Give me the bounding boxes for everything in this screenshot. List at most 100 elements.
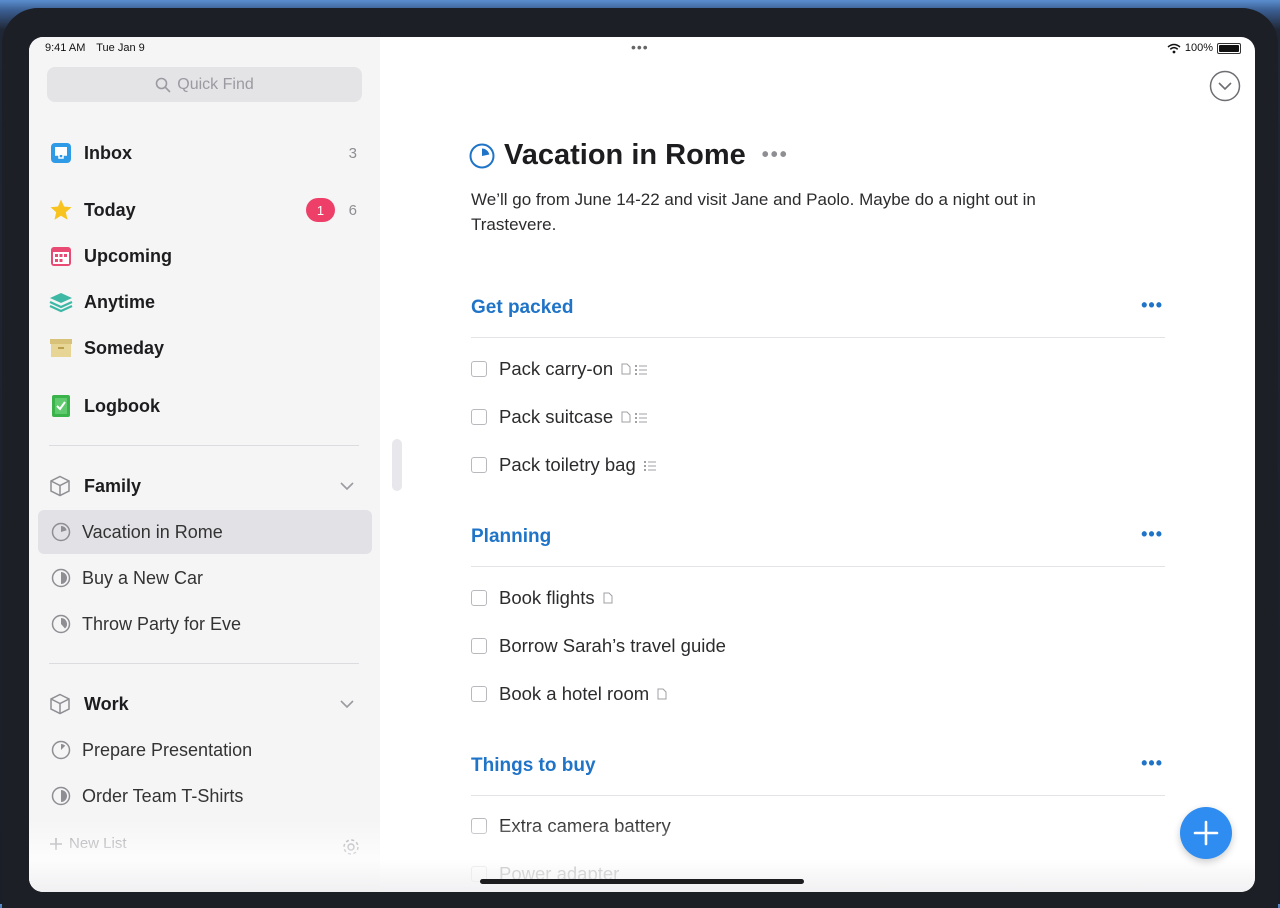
sidebar-item-someday[interactable]: Someday — [47, 330, 363, 366]
page-title[interactable]: Vacation in Rome — [504, 139, 746, 172]
todo-checkbox[interactable] — [471, 457, 487, 473]
project-label: Vacation in Rome — [82, 521, 223, 542]
sidebar-item-today[interactable]: Today 1 6 — [47, 192, 363, 228]
sidebar-item-upcoming[interactable]: Upcoming — [47, 238, 363, 274]
project-label: Prepare Presentation — [82, 739, 253, 760]
sidebar-divider — [49, 445, 359, 446]
settings-gear-icon[interactable] — [341, 837, 361, 857]
note-icon — [603, 592, 613, 604]
project-progress-icon — [51, 522, 71, 542]
new-list-button[interactable]: New List — [49, 835, 127, 852]
sidebar-project-vacation-in-rome[interactable]: Vacation in Rome — [38, 510, 372, 554]
archive-box-icon — [49, 336, 73, 360]
collapse-chevron-button[interactable] — [1209, 70, 1241, 102]
status-bar-right: 100% — [1167, 42, 1241, 54]
chevron-down-icon[interactable] — [339, 478, 355, 494]
battery-percent: 100% — [1184, 42, 1213, 54]
note-icon — [621, 411, 631, 423]
checklist-icon — [635, 412, 648, 423]
battery-icon — [1217, 42, 1241, 54]
project-notes[interactable]: We’ll go from June 14-22 and visit Jane … — [471, 187, 1111, 237]
todo-title: Pack toiletry bag — [499, 454, 636, 475]
todo-title: Pack carry-on — [499, 358, 614, 379]
sidebar-item-label: Someday — [84, 337, 165, 358]
plus-icon — [1193, 820, 1219, 846]
todo-item[interactable]: Pack suitcase — [471, 403, 648, 431]
today-due-badge: 1 — [306, 198, 335, 222]
sidebar-item-inbox[interactable]: Inbox 3 — [47, 135, 363, 171]
project-progress-icon — [51, 786, 71, 806]
project-progress-icon — [51, 568, 71, 588]
heading-get-packed[interactable]: Get packed ••• — [471, 293, 1165, 338]
calendar-icon — [49, 244, 73, 268]
sidebar-project-prepare-presentation[interactable]: Prepare Presentation — [38, 728, 372, 772]
new-list-label: New List — [69, 835, 127, 852]
todo-item[interactable]: Borrow Sarah’s travel guide — [471, 632, 726, 660]
layers-icon — [49, 290, 73, 314]
todo-checkbox[interactable] — [471, 590, 487, 606]
checklist-icon — [643, 460, 656, 471]
sidebar: 9:41 AM Tue Jan 9 Quick Find Inbox 3 Tod… — [29, 37, 380, 892]
add-todo-button[interactable] — [1180, 807, 1232, 859]
plus-icon — [50, 837, 62, 850]
search-placeholder: Quick Find — [177, 75, 254, 93]
area-family[interactable]: Family — [47, 468, 363, 504]
todo-title: Extra camera battery — [499, 815, 671, 836]
heading-title: Get packed — [471, 297, 574, 318]
todo-checkbox[interactable] — [471, 638, 487, 654]
heading-more-icon[interactable]: ••• — [1141, 524, 1163, 545]
heading-planning[interactable]: Planning ••• — [471, 522, 1165, 567]
todo-title: Book flights — [499, 587, 595, 608]
inbox-icon — [49, 141, 73, 165]
todo-checkbox[interactable] — [471, 361, 487, 377]
sidebar-project-throw-party-for-eve[interactable]: Throw Party for Eve — [38, 602, 372, 646]
star-icon — [49, 198, 73, 222]
todo-item[interactable]: Book flights — [471, 584, 613, 612]
sidebar-item-logbook[interactable]: Logbook — [47, 388, 363, 424]
area-label: Work — [84, 693, 129, 714]
todo-item[interactable]: Pack toiletry bag — [471, 451, 656, 479]
status-bar-left: 9:41 AM Tue Jan 9 — [45, 42, 153, 54]
sidebar-item-label: Upcoming — [84, 245, 172, 266]
app-screen: 9:41 AM Tue Jan 9 Quick Find Inbox 3 Tod… — [29, 37, 1255, 892]
sidebar-resize-handle[interactable] — [392, 439, 402, 491]
home-indicator[interactable] — [480, 879, 804, 884]
status-time: 9:41 AM — [45, 42, 86, 54]
todo-title: Borrow Sarah’s travel guide — [499, 635, 726, 656]
area-cube-icon — [49, 693, 73, 715]
note-icon — [657, 688, 667, 700]
sidebar-divider — [49, 663, 359, 664]
area-work[interactable]: Work — [47, 686, 363, 722]
heading-more-icon[interactable]: ••• — [1141, 295, 1163, 316]
heading-more-icon[interactable]: ••• — [1141, 753, 1163, 774]
checklist-icon — [635, 364, 648, 375]
area-cube-icon — [49, 475, 73, 497]
today-count: 6 — [348, 201, 357, 219]
project-more-options-icon[interactable]: ••• — [762, 144, 789, 167]
todo-item[interactable]: Pack carry-on — [471, 355, 648, 383]
quick-find-search[interactable]: Quick Find — [47, 67, 362, 102]
note-icon — [621, 363, 631, 375]
sidebar-item-label: Inbox — [84, 142, 132, 163]
project-progress-icon — [469, 143, 495, 168]
sidebar-item-label: Anytime — [84, 291, 156, 312]
project-title-row: Vacation in Rome ••• — [469, 139, 789, 172]
inbox-count: 3 — [348, 144, 357, 162]
chevron-down-icon[interactable] — [339, 696, 355, 712]
todo-item[interactable]: Extra camera battery — [471, 812, 671, 840]
heading-divider — [471, 566, 1165, 567]
todo-checkbox[interactable] — [471, 409, 487, 425]
sidebar-project-buy-a-new-car[interactable]: Buy a New Car — [38, 556, 372, 600]
project-label: Buy a New Car — [82, 567, 204, 588]
project-progress-icon — [51, 740, 71, 760]
sidebar-project-order-team-t-shirts[interactable]: Order Team T-Shirts — [38, 774, 372, 818]
todo-checkbox[interactable] — [471, 818, 487, 834]
todo-checkbox[interactable] — [471, 686, 487, 702]
heading-divider — [471, 337, 1165, 338]
project-label: Order Team T-Shirts — [82, 785, 244, 806]
todo-item[interactable]: Book a hotel room — [471, 680, 667, 708]
project-label: Throw Party for Eve — [82, 613, 242, 634]
sidebar-item-anytime[interactable]: Anytime — [47, 284, 363, 320]
multitasking-dots-icon[interactable]: ••• — [631, 39, 649, 55]
heading-things-to-buy[interactable]: Things to buy ••• — [471, 751, 1165, 796]
